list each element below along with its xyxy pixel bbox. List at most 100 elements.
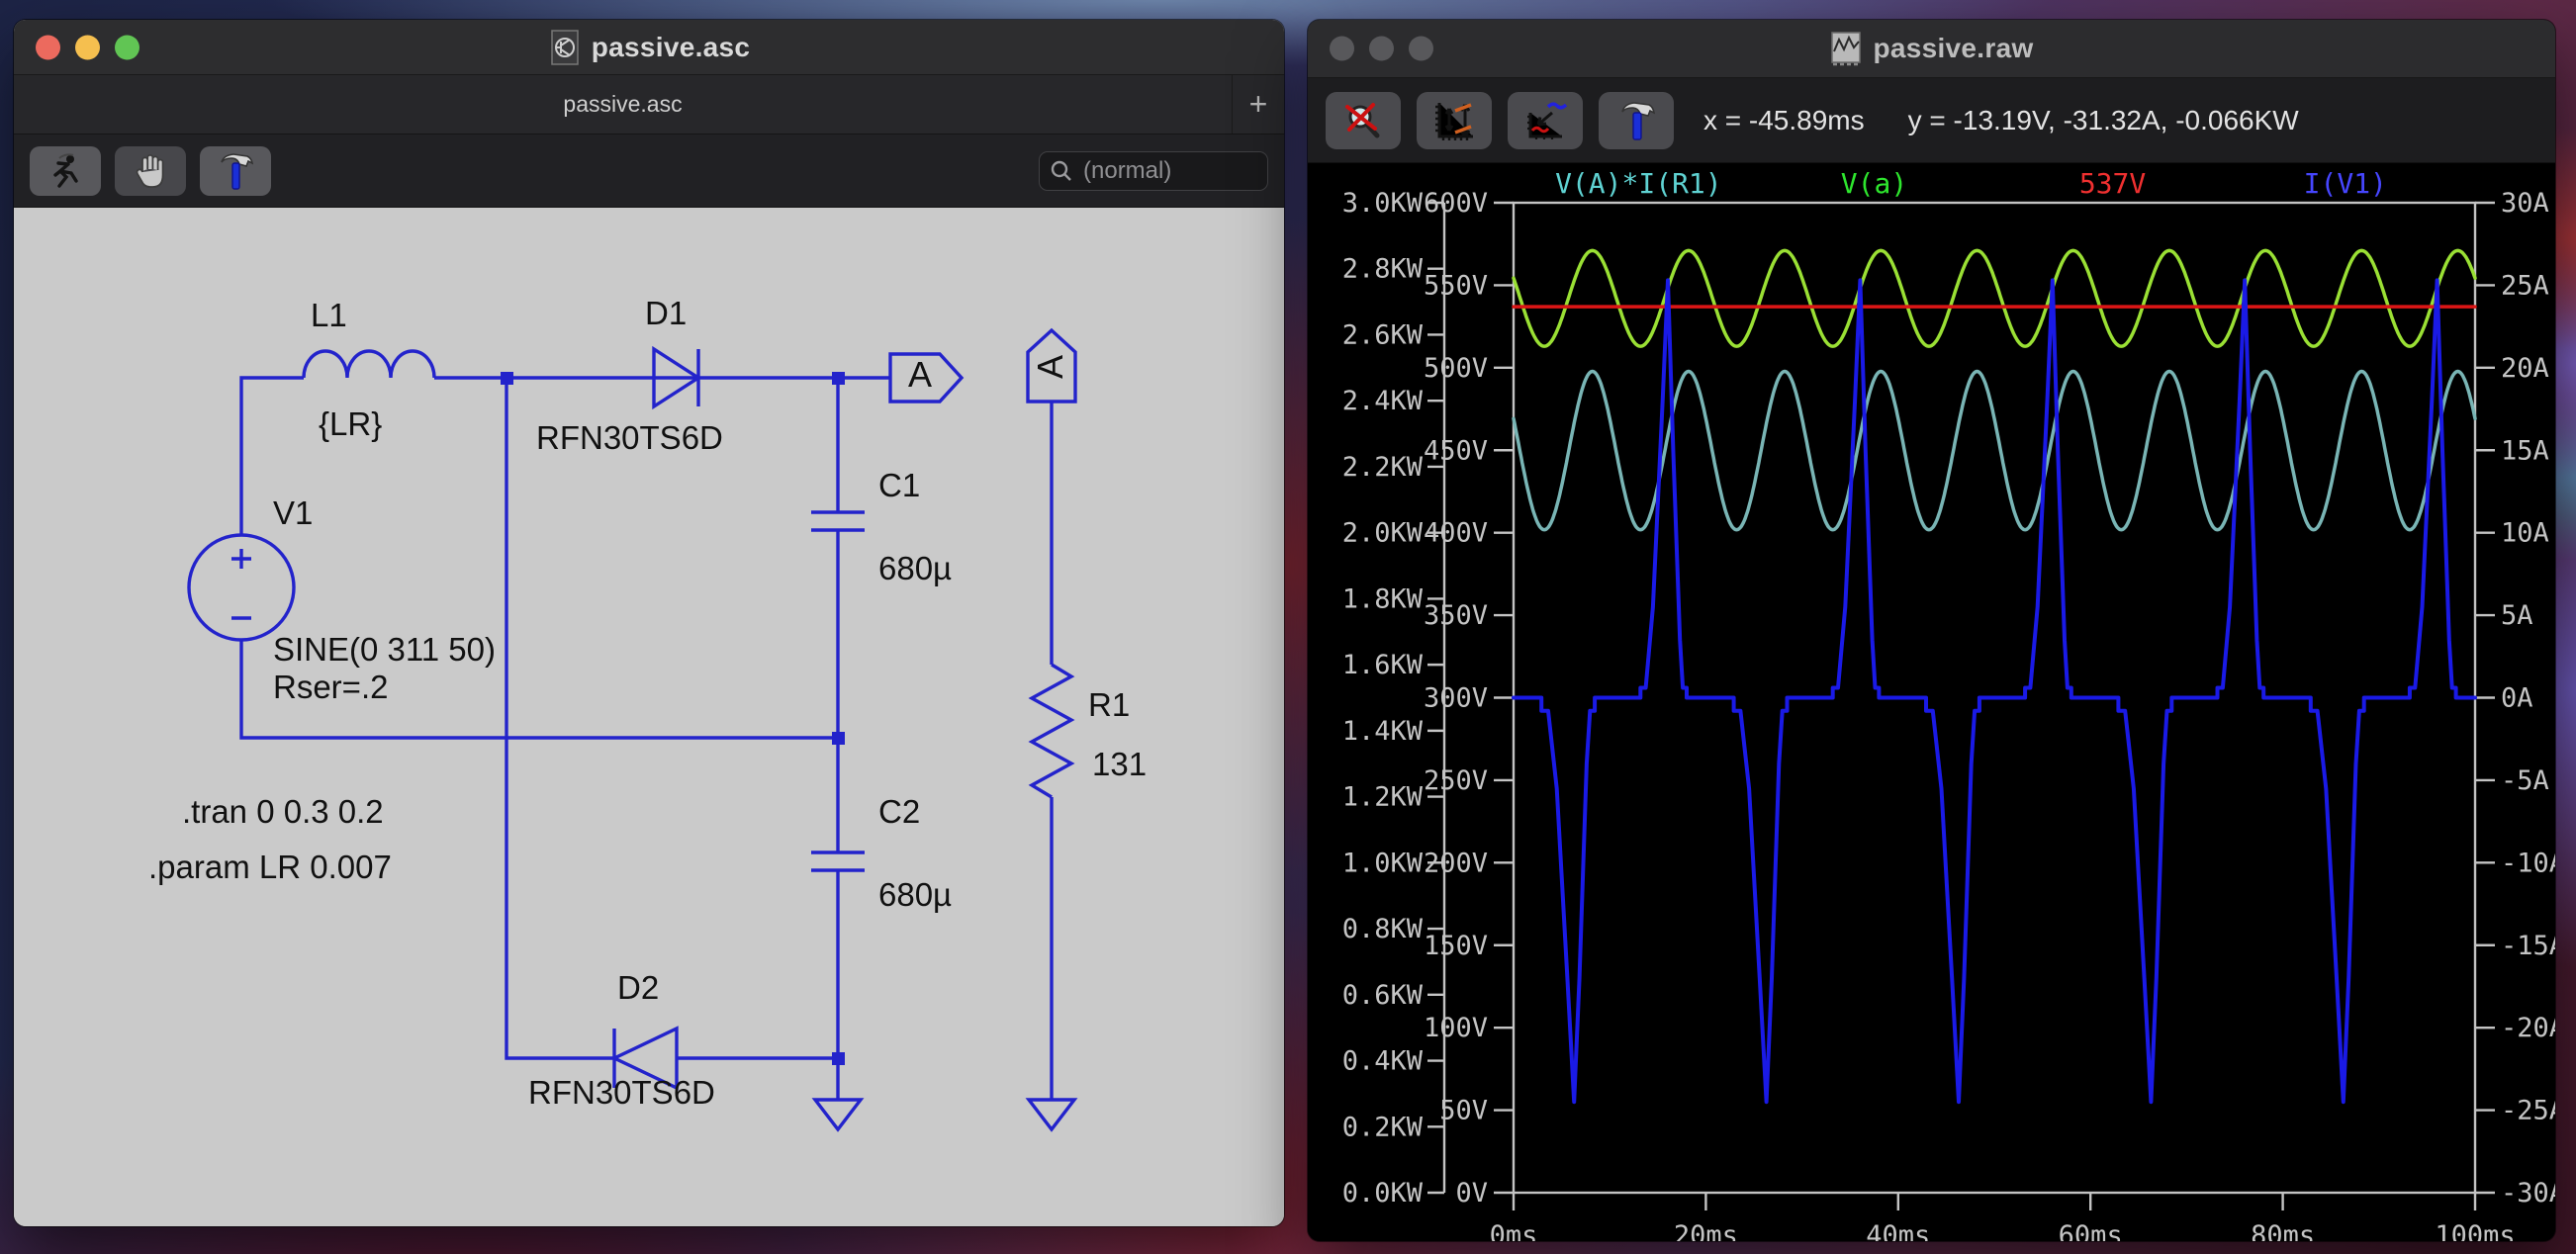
waveform-plot: 3.0KW 2.8KW 2.6KW 2.4KW 2.2KW 2.0KW 1.8KW 1.6KW… xyxy=(1342,167,2555,1241)
power-axis-tick-label: 1.8KW xyxy=(1342,583,1424,614)
zoom-button[interactable] xyxy=(115,35,139,59)
autorange-y-icon xyxy=(1435,102,1473,140)
legend-item-V-A-I-R1-[interactable]: V(A)*I(R1) xyxy=(1555,167,1722,200)
power-axis-tick-label: 2.6KW xyxy=(1342,319,1424,350)
power-axis-tick-label: 0.8KW xyxy=(1342,914,1424,944)
spice-directive-tran[interactable]: .tran 0 0.3 0.2 xyxy=(182,793,384,831)
component-value-C1[interactable]: 680µ xyxy=(878,550,952,587)
waveform-titlebar[interactable]: passive.raw xyxy=(1308,20,2555,78)
net-label-A-output[interactable]: A xyxy=(908,354,932,396)
zoom-disabled-button[interactable] xyxy=(1326,91,1401,149)
current-axis-tick-label: 15A xyxy=(2501,435,2549,466)
component-value-D1[interactable]: RFN30TS6D xyxy=(536,419,723,457)
schematic-toolbar xyxy=(14,134,1284,208)
resistor-R1 xyxy=(1028,663,1075,799)
zoom-button-inactive[interactable] xyxy=(1409,36,1433,61)
legend-item-I-V1-[interactable]: I(V1) xyxy=(2304,167,2387,200)
component-ref-V1[interactable]: V1 xyxy=(273,494,313,532)
component-ref-L1[interactable]: L1 xyxy=(311,297,347,334)
close-button-inactive[interactable] xyxy=(1330,36,1354,61)
legend-item-537V[interactable]: 537V xyxy=(2079,167,2147,200)
cursor-readout: x = -45.89ms y = -13.19V, -31.32A, -0.06… xyxy=(1703,105,2299,136)
run-button[interactable] xyxy=(30,145,101,196)
time-axis-tick-label: 80ms xyxy=(2251,1220,2315,1241)
search-input[interactable] xyxy=(1081,155,1253,186)
waveform-doc-icon xyxy=(1831,32,1862,66)
time-axis-tick-label: 20ms xyxy=(1674,1220,1738,1241)
search-field[interactable] xyxy=(1039,150,1268,191)
voltage-axis-tick-label: 450V xyxy=(1424,435,1488,466)
inductor-L1 xyxy=(302,349,436,379)
minimize-button[interactable] xyxy=(75,35,100,59)
hand-icon xyxy=(136,153,164,188)
component-value-C2[interactable]: 680µ xyxy=(878,876,952,914)
component-ref-C1[interactable]: C1 xyxy=(878,467,920,504)
schematic-window: passive.asc passive.asc + (normal) L1 {L… xyxy=(14,20,1284,1226)
current-axis-tick-label: -25A xyxy=(2501,1096,2555,1126)
window-title: passive.asc xyxy=(591,31,751,62)
tab-passive-asc[interactable]: passive.asc xyxy=(14,91,1232,118)
voltage-axis-tick-label: 600V xyxy=(1424,188,1488,219)
plot-settings-button[interactable] xyxy=(1508,91,1583,149)
autorange-y-button[interactable] xyxy=(1417,91,1492,149)
current-axis-tick-label: -15A xyxy=(2501,931,2555,961)
legend-item-V-a-[interactable]: V(a) xyxy=(1841,167,1907,200)
zoom-disabled-icon xyxy=(1345,102,1380,137)
current-axis-tick-label: -10A xyxy=(2501,848,2555,878)
current-axis-tick-label: 5A xyxy=(2501,600,2533,631)
wire-junction xyxy=(832,372,845,385)
control-panel-button[interactable] xyxy=(200,145,271,196)
tab-bar: passive.asc + xyxy=(14,75,1284,134)
component-value-L1[interactable]: {LR} xyxy=(319,405,382,443)
close-button[interactable] xyxy=(36,35,60,59)
power-axis-tick-label: 0.4KW xyxy=(1342,1046,1424,1077)
component-ref-D1[interactable]: D1 xyxy=(645,295,687,332)
hammer-icon xyxy=(1621,101,1656,140)
power-axis-tick-label: 3.0KW xyxy=(1342,188,1424,219)
minimize-button-inactive[interactable] xyxy=(1369,36,1394,61)
time-axis-tick-label: 0ms xyxy=(1490,1220,1538,1241)
component-ref-R1[interactable]: R1 xyxy=(1088,686,1130,724)
capacitor-C1 xyxy=(811,510,865,532)
component-value-V1[interactable]: SINE(0 311 50) xyxy=(273,631,496,669)
wire-junction xyxy=(832,732,845,745)
power-axis-tick-label: 0.2KW xyxy=(1342,1112,1424,1142)
schematic-doc-icon xyxy=(550,29,579,65)
new-tab-button[interactable]: + xyxy=(1232,75,1284,134)
search-icon xyxy=(1051,160,1071,181)
wire-junction xyxy=(832,1052,845,1065)
power-axis-tick-label: 2.2KW xyxy=(1342,452,1424,483)
plot-settings-icon xyxy=(1527,102,1568,139)
current-axis-tick-label: 0A xyxy=(2501,683,2533,714)
spice-directive-param[interactable]: .param LR 0.007 xyxy=(148,849,392,886)
voltage-axis-tick-label: 550V xyxy=(1424,270,1488,301)
component-ref-D2[interactable]: D2 xyxy=(617,969,659,1007)
control-panel-button[interactable] xyxy=(1599,91,1674,149)
current-axis-tick-label: -20A xyxy=(2501,1013,2555,1043)
waveform-pane[interactable]: 3.0KW 2.8KW 2.6KW 2.4KW 2.2KW 2.0KW 1.8KW 1.6KW… xyxy=(1308,163,2555,1241)
waveform-toolbar: x = -45.89ms y = -13.19V, -31.32A, -0.06… xyxy=(1308,78,2555,163)
voltage-axis-tick-label: 0V xyxy=(1455,1178,1488,1209)
current-axis-tick-label: 30A xyxy=(2501,188,2549,219)
time-axis-tick-label: 100ms xyxy=(2435,1220,2515,1241)
voltage-axis-tick-label: 500V xyxy=(1424,353,1488,384)
power-axis-tick-label: 2.4KW xyxy=(1342,386,1424,416)
waveform-window: passive.raw x = -45.89ms y = -13.19V, -3… xyxy=(1308,20,2555,1241)
power-axis-tick-label: 1.0KW xyxy=(1342,848,1424,878)
component-value-D2[interactable]: RFN30TS6D xyxy=(528,1074,715,1112)
component-ref-C2[interactable]: C2 xyxy=(878,793,920,831)
current-axis-tick-label: 20A xyxy=(2501,353,2549,384)
desktop: { "left_window": { "title": "passive.asc… xyxy=(0,0,2576,1254)
net-label-A-load[interactable]: A xyxy=(1030,355,1071,379)
voltage-axis-tick-label: 50V xyxy=(1439,1096,1488,1126)
schematic-titlebar[interactable]: passive.asc xyxy=(14,20,1284,75)
current-axis-tick-label: 25A xyxy=(2501,270,2549,301)
voltage-axis-tick-label: 200V xyxy=(1424,848,1488,878)
cursor-y-value: y = -13.19V, -31.32A, -0.066KW xyxy=(1907,104,2299,135)
trace-I-V1- xyxy=(1512,278,2477,1105)
schematic-canvas[interactable]: L1 {LR} V1 SINE(0 311 50) Rser=.2 D1 RFN… xyxy=(14,208,1284,1226)
halt-button[interactable] xyxy=(115,145,186,196)
wire-junction xyxy=(501,372,513,385)
component-value-R1[interactable]: 131 xyxy=(1092,746,1147,783)
component-value2-V1[interactable]: Rser=.2 xyxy=(273,669,388,706)
